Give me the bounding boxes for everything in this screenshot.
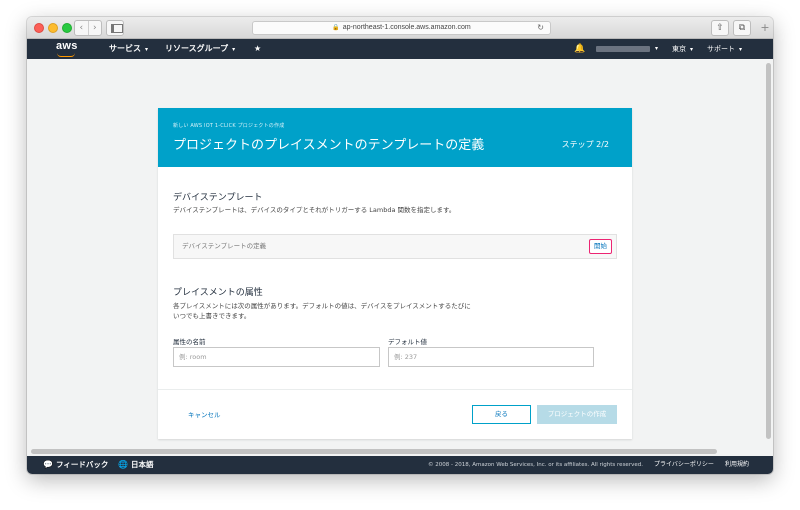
language-label: 日本語 bbox=[130, 460, 154, 469]
support-label: サポート bbox=[707, 45, 735, 53]
chevron-down-icon: ▾ bbox=[655, 45, 659, 52]
feedback-label: フィードバック bbox=[55, 460, 109, 469]
language-selector[interactable]: 🌐 日本語 bbox=[118, 456, 153, 474]
horizontal-scrollbar[interactable] bbox=[31, 449, 717, 454]
vertical-scrollbar[interactable] bbox=[766, 63, 771, 439]
create-project-button[interactable]: プロジェクトの作成 bbox=[537, 405, 617, 424]
attribute-name-input[interactable]: 例: room bbox=[173, 347, 380, 367]
device-template-title: デバイステンプレート bbox=[173, 193, 263, 203]
address-text: ap-northeast-1.console.aws.amazon.com bbox=[342, 24, 471, 31]
device-template-label: デバイステンプレートの定義 bbox=[182, 242, 267, 250]
start-button[interactable]: 開始 bbox=[589, 239, 612, 254]
new-tab-icon[interactable]: + bbox=[758, 21, 772, 35]
aws-logo[interactable]: aws bbox=[56, 40, 78, 52]
pin-icon[interactable]: ★ bbox=[254, 39, 261, 59]
wizard-card: 新しい AWS IOT 1-CLICK プロジェクトの作成 プロジェクトのプレイ… bbox=[158, 108, 632, 439]
lock-icon: 🔒 bbox=[332, 25, 340, 31]
support-menu[interactable]: サポート ▾ bbox=[707, 39, 742, 59]
resource-groups-label: リソースグループ bbox=[165, 44, 229, 53]
privacy-policy-link[interactable]: プライバシーポリシー bbox=[654, 456, 714, 474]
tabs-overview-icon[interactable]: ⧉ bbox=[733, 20, 751, 36]
browser-toolbar: ‹ › 🔒 ap-northeast-1.console.aws.amazon.c… bbox=[27, 17, 773, 39]
sidebar-toggle-icon[interactable] bbox=[106, 20, 124, 36]
reload-icon[interactable]: ↻ bbox=[537, 22, 544, 34]
copyright-text: © 2008 - 2018, Amazon Web Services, Inc.… bbox=[428, 462, 643, 468]
globe-icon: 🌐 bbox=[118, 460, 128, 469]
cancel-link[interactable]: キャンセル bbox=[188, 409, 221, 419]
main-content: 新しい AWS IOT 1-CLICK プロジェクトの作成 プロジェクトのプレイ… bbox=[27, 59, 773, 456]
region-label: 東京 bbox=[672, 45, 686, 53]
browser-window: ‹ › 🔒 ap-northeast-1.console.aws.amazon.c… bbox=[27, 17, 773, 474]
zoom-window-button[interactable] bbox=[62, 23, 72, 33]
chevron-down-icon: ▾ bbox=[739, 46, 743, 53]
resource-groups-menu[interactable]: リソースグループ ▾ bbox=[165, 39, 235, 59]
aws-logo-smile-icon bbox=[57, 53, 75, 57]
device-template-box: デバイステンプレートの定義 開始 bbox=[173, 234, 617, 259]
placement-attributes-description: 各プレイスメントには次の属性があります。デフォルトの値は、デバイスをプレイスメン… bbox=[173, 302, 471, 320]
wizard-header: 新しい AWS IOT 1-CLICK プロジェクトの作成 プロジェクトのプレイ… bbox=[158, 108, 632, 167]
aws-top-nav: aws サービス ▾ リソースグループ ▾ ★ 🔔 ▾ 東京 ▾ サポート ▾ bbox=[27, 39, 773, 59]
minimize-window-button[interactable] bbox=[48, 23, 58, 33]
device-template-description: デバイステンプレートは、デバイスのタイプとそれがトリガーする Lambda 関数… bbox=[173, 206, 456, 214]
terms-link[interactable]: 利用規約 bbox=[725, 456, 749, 474]
console-footer: 💬 フィードバック 🌐 日本語 © 2008 - 2018, Amazon Web … bbox=[27, 456, 773, 474]
placement-attributes-title: プレイスメントの属性 bbox=[173, 288, 263, 298]
services-menu[interactable]: サービス ▾ bbox=[109, 39, 148, 59]
feedback-link[interactable]: 💬 フィードバック bbox=[43, 456, 108, 474]
chevron-down-icon: ▾ bbox=[690, 46, 694, 53]
chevron-down-icon: ▾ bbox=[232, 46, 236, 53]
footer-divider bbox=[158, 389, 632, 390]
page-title: プロジェクトのプレイスメントのテンプレートの定義 bbox=[173, 138, 485, 153]
back-button[interactable]: 戻る bbox=[472, 405, 531, 424]
address-bar[interactable]: 🔒 ap-northeast-1.console.aws.amazon.com ↻ bbox=[252, 21, 551, 35]
close-window-button[interactable] bbox=[34, 23, 44, 33]
account-menu[interactable] bbox=[596, 46, 650, 52]
speech-bubble-icon: 💬 bbox=[43, 460, 53, 469]
history-nav: ‹ › bbox=[74, 20, 102, 36]
attribute-name-label: 属性の名前 bbox=[173, 338, 206, 346]
services-label: サービス bbox=[109, 44, 141, 53]
region-menu[interactable]: 東京 ▾ bbox=[672, 39, 693, 59]
forward-icon[interactable]: › bbox=[87, 21, 102, 35]
default-value-label: デフォルト値 bbox=[388, 338, 427, 346]
chevron-down-icon: ▾ bbox=[145, 46, 149, 53]
back-icon[interactable]: ‹ bbox=[75, 21, 88, 35]
breadcrumb: 新しい AWS IOT 1-CLICK プロジェクトの作成 bbox=[173, 123, 285, 129]
step-indicator: ステップ 2/2 bbox=[561, 140, 609, 149]
bell-icon[interactable]: 🔔 bbox=[574, 39, 585, 59]
share-icon[interactable]: ⇧ bbox=[711, 20, 729, 36]
default-value-input[interactable]: 例: 237 bbox=[388, 347, 594, 367]
